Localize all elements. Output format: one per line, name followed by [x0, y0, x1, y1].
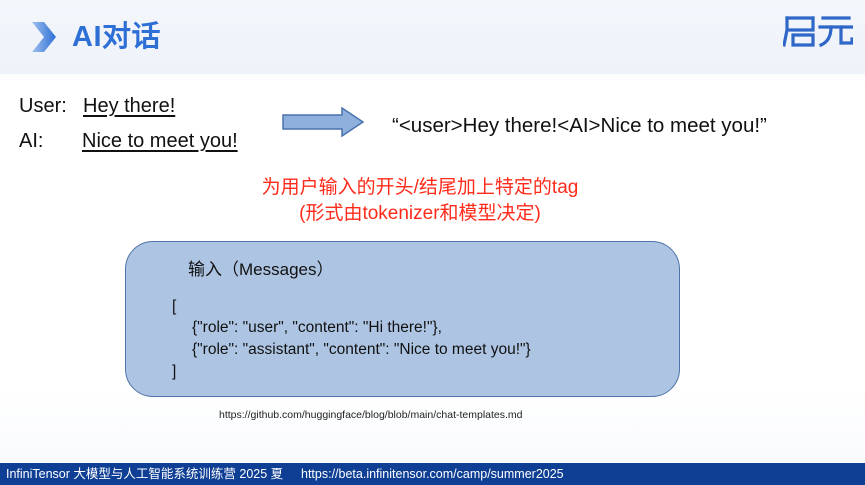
message-line-user: {"role": "user", "content": "Hi there!"}…	[192, 319, 442, 336]
slide-footer: InfiniTensor 大模型与人工智能系统训练营 2025 夏 https:…	[0, 463, 865, 485]
source-url: https://github.com/huggingface/blog/blob…	[219, 409, 523, 421]
messages-open-bracket: [	[172, 298, 177, 315]
ai-label: AI:	[19, 130, 44, 152]
note-line-2: (形式由tokenizer和模型决定)	[299, 203, 541, 224]
footer-course-title: InfiniTensor 大模型与人工智能系统训练营 2025 夏	[6, 467, 284, 481]
chevron-right-icon	[32, 22, 56, 52]
note-line-1: 为用户输入的开头/结尾加上特定的tag	[261, 177, 579, 198]
ai-message: Nice to meet you!	[82, 130, 238, 152]
messages-close-bracket: ]	[172, 363, 177, 380]
footer-url: https://beta.infinitensor.com/camp/summe…	[301, 467, 564, 481]
slide-header: AI对话 启元	[0, 0, 865, 74]
user-label: User:	[19, 95, 67, 117]
messages-title: 输入（Messages）	[188, 260, 334, 279]
chat-template-string: “<user>Hey there!<AI>Nice to meet you!”	[392, 114, 767, 137]
right-arrow-icon	[282, 107, 364, 137]
message-line-assistant: {"role": "assistant", "content": "Nice t…	[192, 341, 531, 358]
user-message: Hey there!	[83, 95, 176, 117]
slide-title: AI对话	[72, 21, 162, 53]
brand-logo: 启元	[783, 16, 853, 48]
